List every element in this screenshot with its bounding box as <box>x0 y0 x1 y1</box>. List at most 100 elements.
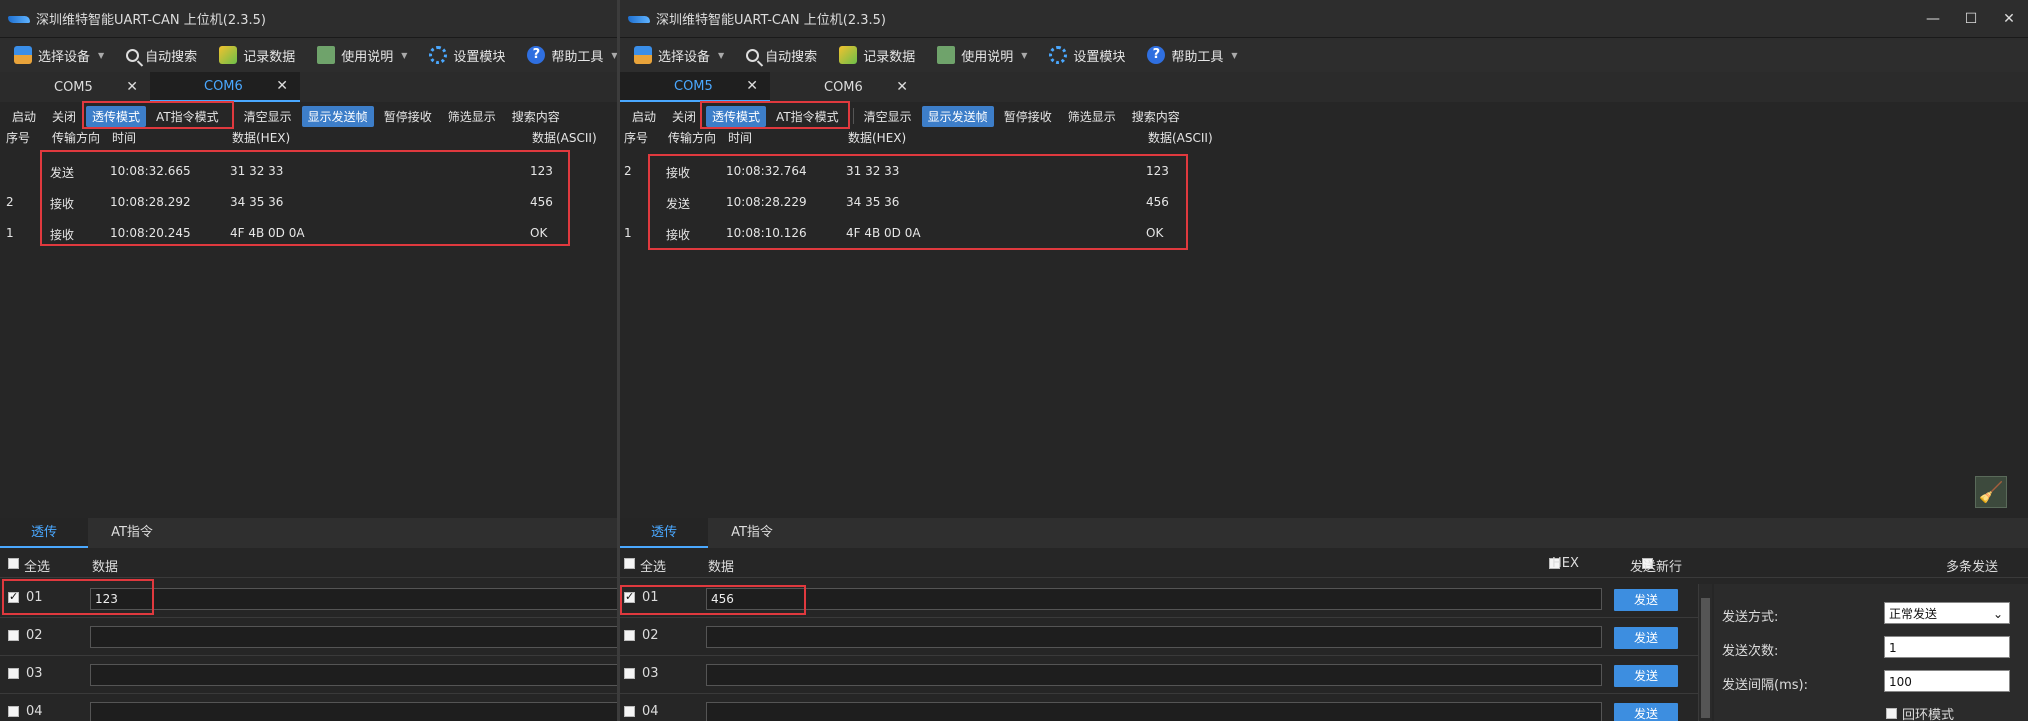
menu-settings[interactable]: 设置模块 <box>1049 46 1125 65</box>
table-row[interactable]: 2 接收 10:08:28.292 34 35 36 456 <box>0 187 617 217</box>
close-button[interactable]: 关闭 <box>46 106 82 127</box>
close-icon[interactable]: ✕ <box>746 78 758 94</box>
row-checkbox[interactable] <box>8 706 19 717</box>
menu-instructions[interactable]: 使用说明 ▼ <box>317 46 407 65</box>
minimize-icon[interactable]: — <box>1914 0 1952 38</box>
show-send-frame-button[interactable]: 显示发送帧 <box>301 105 374 127</box>
send-mode-select[interactable]: 正常发送 ⌄ <box>1884 602 2010 624</box>
menu-instructions[interactable]: 使用说明 ▼ <box>937 46 1027 65</box>
send-interval-input[interactable]: 100 <box>1884 670 2010 692</box>
at-mode-button[interactable]: AT指令模式 <box>150 106 225 127</box>
close-icon[interactable]: ✕ <box>1990 0 2028 38</box>
tab-at-command[interactable]: AT指令 <box>88 518 176 548</box>
select-all-label: 全选 <box>24 560 51 575</box>
send-data-input[interactable] <box>90 626 617 648</box>
table-row[interactable]: 发送 10:08:28.229 34 35 36 456 <box>620 187 2028 217</box>
send-data-input[interactable]: 456 <box>706 588 1602 610</box>
record-icon <box>839 46 858 64</box>
divider <box>852 108 854 124</box>
search-content-button[interactable]: 搜索内容 <box>506 106 566 127</box>
start-button[interactable]: 启动 <box>626 106 662 127</box>
row-checkbox[interactable] <box>624 668 635 679</box>
filter-display-button[interactable]: 筛选显示 <box>442 106 502 127</box>
at-mode-button[interactable]: AT指令模式 <box>770 106 845 127</box>
select-all-checkbox[interactable] <box>8 558 19 569</box>
tab-com5[interactable]: COM5 ✕ <box>0 72 150 102</box>
close-icon[interactable]: ✕ <box>276 78 288 94</box>
tab-at-command[interactable]: AT指令 <box>708 518 796 548</box>
send-data-input[interactable] <box>706 664 1602 686</box>
send-data-input[interactable] <box>706 702 1602 721</box>
send-button[interactable]: 发送 <box>1614 703 1678 721</box>
row-checkbox[interactable] <box>624 630 635 641</box>
data-table: 2 接收 10:08:32.764 31 32 33 123 发送 10:08:… <box>620 152 2028 517</box>
menu-help-tools[interactable]: ? 帮助工具 ▼ <box>1147 46 1238 65</box>
tab-com6[interactable]: COM6 ✕ <box>770 72 920 102</box>
tab-passthrough[interactable]: 透传 <box>0 518 88 548</box>
menu-auto-search[interactable]: 自动搜索 <box>126 46 197 65</box>
clear-display-button[interactable]: 清空显示 <box>238 106 298 127</box>
send-row: 01 456 发送 <box>620 580 1698 618</box>
send-data-input[interactable] <box>90 702 617 721</box>
left-window: 深圳维特智能UART-CAN 上位机(2.3.5) 选择设备 ▼ 自动搜索 记录数… <box>0 0 617 721</box>
table-row[interactable]: 1 接收 10:08:10.126 4F 4B 0D 0A OK <box>620 218 2028 248</box>
close-button[interactable]: 关闭 <box>666 106 702 127</box>
close-icon[interactable]: ✕ <box>126 79 138 95</box>
tab-passthrough[interactable]: 透传 <box>620 518 708 548</box>
data-column-label: 数据 <box>708 560 735 575</box>
menu-help-tools[interactable]: ? 帮助工具 ▼ <box>527 46 617 65</box>
send-list-scrollbar[interactable] <box>1698 584 1712 721</box>
row-checkbox[interactable] <box>624 590 635 603</box>
send-count-input[interactable]: 1 <box>1884 636 2010 658</box>
loop-mode-checkbox[interactable] <box>1886 708 1897 719</box>
send-button[interactable]: 发送 <box>1614 665 1678 687</box>
send-button[interactable]: 发送 <box>1614 627 1678 649</box>
send-row: 03 发送 <box>620 656 1698 694</box>
title-bar: 深圳维特智能UART-CAN 上位机(2.3.5) <box>0 0 617 38</box>
row-checkbox[interactable] <box>624 706 635 717</box>
maximize-icon[interactable]: ☐ <box>1952 0 1990 38</box>
show-send-frame-button[interactable]: 显示发送帧 <box>921 105 994 127</box>
filter-display-button[interactable]: 筛选显示 <box>1062 106 1122 127</box>
scrollbar-thumb[interactable] <box>1701 598 1710 718</box>
clear-display-button[interactable]: 清空显示 <box>858 106 918 127</box>
table-row[interactable]: 发送 10:08:32.665 31 32 33 123 <box>0 156 617 186</box>
search-icon <box>126 48 140 62</box>
toolbar: 启动 关闭 透传模式 AT指令模式 清空显示 显示发送帧 暂停接收 筛选显示 搜… <box>620 104 2028 128</box>
table-row[interactable]: 2 接收 10:08:32.764 31 32 33 123 <box>620 156 2028 186</box>
send-settings-panel: 发送方式: 正常发送 ⌄ 发送次数: 1 发送间隔(ms): 100 回环模式 <box>1714 584 2028 721</box>
send-data-input[interactable]: 123 <box>90 588 617 610</box>
clear-broom-icon[interactable]: 🧹 <box>1975 476 2007 508</box>
row-checkbox[interactable] <box>8 590 19 603</box>
loop-mode-label: 回环模式 <box>1902 708 1955 721</box>
table-header: 序号 传输方向 时间 数据(HEX) 数据(ASCII) <box>0 129 617 151</box>
table-header: 序号 传输方向 时间 数据(HEX) 数据(ASCII) <box>620 129 2028 151</box>
send-header: 全选 数据 HEX 发送新行 多条发送 <box>620 550 2028 578</box>
menu-auto-search[interactable]: 自动搜索 <box>746 46 817 65</box>
table-row[interactable]: 1 接收 10:08:20.245 4F 4B 0D 0A OK <box>0 218 617 248</box>
pause-receive-button[interactable]: 暂停接收 <box>378 106 438 127</box>
menu-record-data[interactable]: 记录数据 <box>839 46 915 65</box>
close-icon[interactable]: ✕ <box>896 79 908 95</box>
row-checkbox[interactable] <box>8 630 19 641</box>
send-button[interactable]: 发送 <box>1614 589 1678 611</box>
help-icon: ? <box>1147 46 1166 64</box>
tab-com5[interactable]: COM5 ✕ <box>620 72 770 102</box>
passthrough-mode-button[interactable]: 透传模式 <box>706 105 767 127</box>
search-content-button[interactable]: 搜索内容 <box>1126 106 1186 127</box>
pause-receive-button[interactable]: 暂停接收 <box>998 106 1058 127</box>
row-checkbox[interactable] <box>8 668 19 679</box>
send-row: 04 <box>0 694 617 721</box>
menu-select-device[interactable]: 选择设备 ▼ <box>14 46 104 65</box>
send-data-input[interactable] <box>706 626 1602 648</box>
menu-select-device[interactable]: 选择设备 ▼ <box>634 46 724 65</box>
passthrough-mode-button[interactable]: 透传模式 <box>86 105 147 127</box>
multi-send-label[interactable]: 多条发送 <box>1946 556 1998 575</box>
col-hex: 数据(HEX) <box>232 131 291 145</box>
tab-com6[interactable]: COM6 ✕ <box>150 72 300 102</box>
send-data-input[interactable] <box>90 664 617 686</box>
start-button[interactable]: 启动 <box>6 106 42 127</box>
menu-record-data[interactable]: 记录数据 <box>219 46 295 65</box>
menu-settings[interactable]: 设置模块 <box>429 46 505 65</box>
select-all-checkbox[interactable] <box>624 558 635 569</box>
